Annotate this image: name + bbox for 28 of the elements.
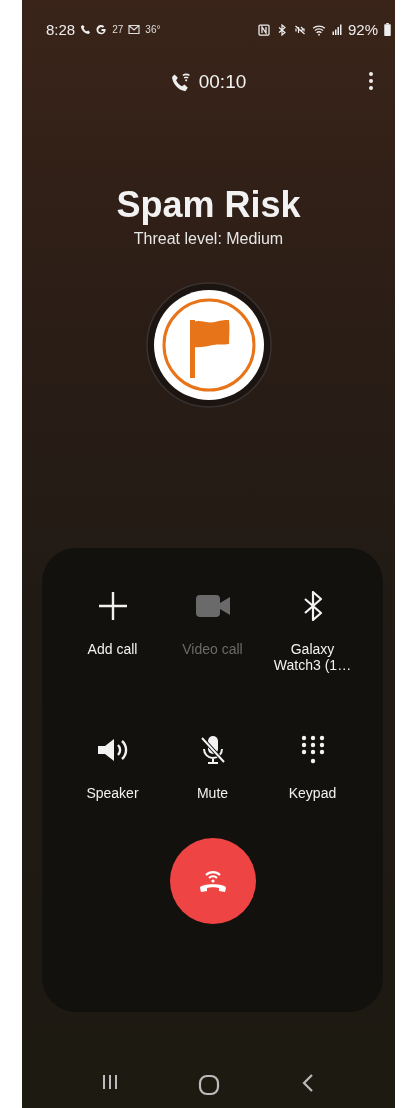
g-letter-icon bbox=[96, 24, 108, 35]
call-control-button[interactable]: Galaxy Watch3 (1… bbox=[262, 586, 363, 690]
notification-count: 27 bbox=[112, 24, 124, 35]
phone-icon bbox=[80, 24, 92, 35]
keypad-icon bbox=[300, 735, 325, 765]
call-control-button[interactable]: Keypad bbox=[262, 730, 363, 834]
temperature: 36° bbox=[145, 24, 161, 35]
nfc-icon bbox=[257, 23, 270, 36]
video-camera-icon bbox=[195, 595, 230, 617]
signal-icon bbox=[331, 24, 342, 35]
more-options-button[interactable] bbox=[367, 72, 375, 93]
threat-level: Threat level: Medium bbox=[133, 230, 284, 248]
battery-percent: 92% bbox=[347, 21, 378, 38]
caller-name: Spam Risk bbox=[116, 184, 301, 226]
call-control-button[interactable]: Speaker bbox=[62, 730, 163, 834]
battery-icon bbox=[384, 23, 391, 36]
plus-icon bbox=[97, 591, 128, 621]
call-control-button[interactable]: Add call bbox=[62, 586, 163, 690]
status-time: 8:28 bbox=[46, 21, 76, 38]
call-timer: 00:10 bbox=[198, 71, 247, 93]
spam-flag-avatar-icon bbox=[145, 282, 272, 408]
bluetooth-icon bbox=[302, 591, 323, 621]
call-control-button[interactable]: Mute bbox=[162, 730, 263, 834]
speaker-icon bbox=[96, 738, 129, 762]
wifi-icon bbox=[311, 23, 326, 36]
muted-microphone-icon bbox=[198, 735, 227, 765]
vibrate-icon bbox=[293, 23, 306, 36]
mail-icon bbox=[128, 24, 141, 35]
